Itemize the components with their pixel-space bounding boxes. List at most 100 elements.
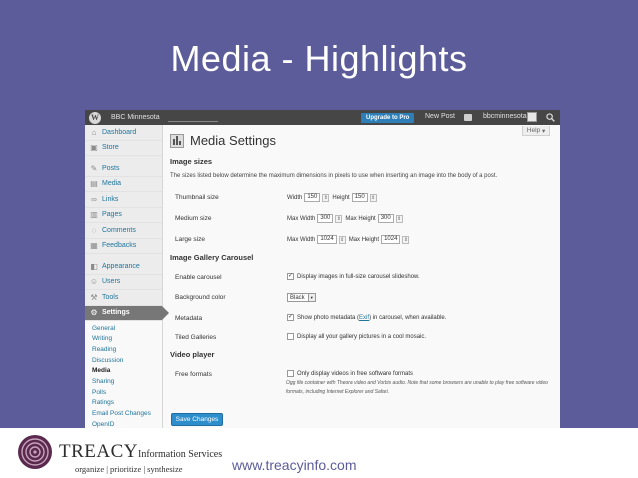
sidebar-item-dashboard[interactable]: ⌂ Dashboard — [85, 125, 162, 141]
enable-carousel-label: Enable carousel — [175, 274, 222, 281]
metadata-text-after: ) in carousel, when available. — [369, 314, 447, 321]
submenu-item-reading[interactable]: Reading — [85, 345, 162, 356]
medium-size-fields: Max Width 300 ⇕ Max Height 300 ⇕ — [287, 214, 406, 223]
height-label: Height — [332, 194, 350, 201]
sidebar-item-label: Tools — [102, 293, 119, 301]
settings-sliders-icon — [170, 133, 184, 148]
background-color-select[interactable]: Black ▼ — [287, 293, 316, 302]
sidebar-item-label: Media — [102, 180, 122, 188]
large-height-input[interactable]: 1024 — [381, 235, 401, 244]
select-value: Black — [290, 294, 305, 301]
large-size-label: Large size — [175, 236, 205, 243]
submenu-item-writing[interactable]: Writing — [85, 334, 162, 345]
background-color-label: Background color — [175, 294, 226, 301]
image-sizes-heading: Image sizes — [170, 157, 213, 166]
logo-wordmark: TREACYInformation Services — [59, 441, 222, 463]
submenu-item-email-post-changes[interactable]: Email Post Changes — [85, 409, 162, 420]
exif-link[interactable]: Exif — [359, 315, 369, 321]
sidebar-item-settings[interactable]: ⚙ Settings — [85, 305, 169, 321]
pin-icon: ✎ — [90, 163, 98, 173]
settings-icon: ⚙ — [90, 308, 98, 317]
sidebar-item-label: Settings — [102, 309, 130, 316]
avatar[interactable] — [527, 112, 537, 122]
help-label: Help — [526, 127, 541, 134]
spiral-logo-icon — [18, 435, 52, 469]
sidebar-item-media[interactable]: ▤ Media — [85, 177, 162, 192]
search-icon[interactable] — [546, 113, 555, 122]
sidebar-item-comments[interactable]: ◌ Comments — [85, 223, 162, 239]
sidebar-item-links[interactable]: ∞ Links — [85, 192, 162, 208]
image-sizes-description: The sizes listed below determine the max… — [170, 173, 498, 179]
sidebar-item-label: Links — [102, 195, 119, 203]
medium-size-label: Medium size — [175, 215, 212, 222]
spinner-icon[interactable]: ⇕ — [395, 214, 403, 223]
slide-title: Media - Highlights — [170, 38, 468, 79]
free-formats-field: Only display videos in free software for… — [287, 370, 413, 377]
store-icon: ▣ — [90, 143, 98, 153]
thumbnail-height-input[interactable]: 150 — [351, 193, 368, 202]
sidebar-item-pages[interactable]: ▥ Pages — [85, 208, 162, 223]
free-formats-checkbox[interactable] — [287, 370, 294, 377]
metadata-checkbox[interactable]: ✓ — [287, 314, 294, 321]
upgrade-button[interactable]: Upgrade to Pro — [361, 113, 415, 123]
appearance-icon: ◧ — [90, 261, 98, 271]
max-height-label: Max Height — [348, 236, 380, 243]
spinner-icon[interactable]: ⇕ — [369, 193, 377, 202]
wordpress-logo-icon[interactable]: W — [89, 111, 101, 124]
site-name-underline — [167, 121, 218, 122]
submenu-item-discussion[interactable]: Discussion — [85, 356, 162, 367]
logo-subname: Information Services — [138, 449, 223, 460]
max-height-label: Max Height — [345, 215, 376, 222]
thumbnail-width-input[interactable]: 150 — [304, 193, 321, 202]
admin-sidebar: ⌂ Dashboard ▣ Store ✎ Posts ▤ Media ∞ Links ▥… — [85, 125, 169, 428]
carousel-heading: Image Gallery Carousel — [170, 253, 254, 262]
metadata-label: Metadata — [175, 315, 203, 322]
submenu-item-polls[interactable]: Polls — [85, 388, 162, 399]
spinner-icon[interactable]: ⇕ — [338, 235, 346, 244]
sidebar-item-label: Comments — [102, 226, 136, 234]
tiled-galleries-field: Display all your gallery pictures in a c… — [287, 333, 426, 340]
sidebar-item-feedbacks[interactable]: ▦ Feedbacks — [85, 239, 162, 254]
site-name-link[interactable]: BBC Minnesota — [111, 114, 160, 121]
logo-name: TREACY — [59, 441, 138, 462]
sidebar-item-posts[interactable]: ✎ Posts — [85, 161, 162, 177]
page-title: Media Settings — [190, 133, 276, 148]
username-link[interactable]: bbcminnesota — [483, 113, 527, 120]
footer-url[interactable]: www.treacyinfo.com — [232, 457, 356, 473]
medium-width-input[interactable]: 300 — [317, 214, 334, 223]
sidebar-item-tools[interactable]: ⚒ Tools — [85, 290, 162, 306]
background-color-field: Black ▼ — [287, 293, 316, 302]
submenu-item-media[interactable]: Media — [85, 366, 162, 377]
settings-submenu: General Writing Reading Discussion Media… — [85, 320, 162, 428]
links-icon: ∞ — [91, 194, 97, 204]
sidebar-item-users[interactable]: ☺ Users — [85, 275, 162, 290]
spinner-icon[interactable]: ⇕ — [402, 235, 410, 244]
free-formats-text: Only display videos in free software for… — [297, 370, 414, 377]
sidebar-item-appearance[interactable]: ◧ Appearance — [85, 259, 162, 275]
save-changes-button[interactable]: Save Changes — [171, 413, 223, 426]
comments-icon[interactable] — [464, 114, 472, 121]
submenu-item-openid[interactable]: OpenID — [85, 420, 162, 428]
spinner-icon[interactable]: ⇕ — [322, 193, 330, 202]
enable-carousel-checkbox[interactable]: ✓ — [287, 273, 294, 280]
submenu-item-general[interactable]: General — [85, 324, 162, 335]
submenu-item-sharing[interactable]: Sharing — [85, 377, 162, 388]
enable-carousel-field: ✓ Display images in full-size carousel sl… — [287, 273, 420, 280]
free-formats-label: Free formats — [175, 371, 212, 378]
logo-tagline: organize | prioritize | synthesize — [75, 464, 183, 474]
medium-height-input[interactable]: 300 — [377, 214, 394, 223]
sidebar-item-label: Pages — [102, 211, 122, 219]
sidebar-item-label: Appearance — [102, 262, 140, 270]
thumbnail-size-fields: Width 150 ⇕ Height 150 ⇕ — [287, 193, 380, 202]
new-post-link[interactable]: New Post — [425, 113, 455, 120]
comments-icon: ◌ — [91, 225, 97, 235]
spinner-icon[interactable]: ⇕ — [335, 214, 343, 223]
video-player-heading: Video player — [170, 350, 215, 359]
help-tab[interactable]: Help ▾ — [522, 126, 550, 136]
sidebar-item-label: Users — [102, 278, 121, 286]
tiled-galleries-checkbox[interactable] — [287, 333, 294, 340]
sidebar-item-store[interactable]: ▣ Store — [85, 141, 162, 156]
large-width-input[interactable]: 1024 — [317, 235, 337, 244]
submenu-item-ratings[interactable]: Ratings — [85, 398, 162, 409]
tiled-galleries-text: Display all your gallery pictures in a c… — [297, 333, 427, 340]
